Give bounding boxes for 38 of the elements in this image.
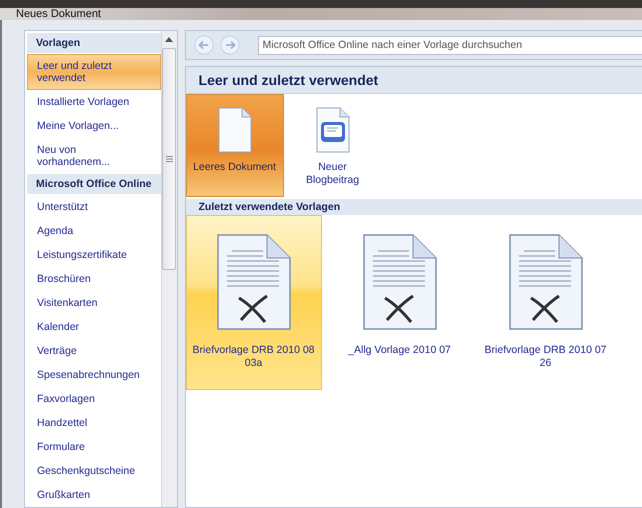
- search-field[interactable]: Microsoft Office Online nach einer Vorlage durchsuchen: [258, 36, 642, 54]
- section-heading: Leer und zuletzt verwendet: [186, 67, 642, 94]
- sidebar-item[interactable]: Installierte Vorlagen: [27, 90, 161, 114]
- scrollbar[interactable]: [160, 31, 177, 507]
- template-tile[interactable]: Briefvorlage DRB 2010 08 03a: [186, 215, 322, 390]
- sidebar-item[interactable]: Unterstützt: [27, 195, 161, 219]
- document-icon: [362, 234, 437, 330]
- sidebar-item[interactable]: Grußkarten: [27, 483, 161, 507]
- template-tile[interactable]: Neuer Blogbeitrag: [284, 94, 382, 197]
- sidebar-item[interactable]: Spesenabrechnungen: [27, 363, 161, 387]
- template-tile[interactable]: Briefvorlage DRB 2010 07 26: [478, 215, 614, 390]
- sidebar-item[interactable]: Visitenkarten: [27, 291, 161, 315]
- sidebar-item[interactable]: Broschüren: [27, 267, 161, 291]
- forward-icon[interactable]: [220, 35, 240, 55]
- sidebar-item[interactable]: Leistungszertifikate: [27, 243, 161, 267]
- speech-bubble-document-icon: [316, 107, 350, 153]
- sidebar-item[interactable]: Kalender: [27, 315, 161, 339]
- sidebar-item[interactable]: Geschenkgutscheine: [27, 459, 161, 483]
- sidebar-item[interactable]: Handzettel: [27, 411, 161, 435]
- sidebar-header: Microsoft Office Online: [27, 174, 161, 194]
- window-title: Neues Dokument: [16, 8, 101, 20]
- back-icon[interactable]: [194, 35, 214, 55]
- scroll-thumb[interactable]: [162, 48, 176, 270]
- template-tile[interactable]: Leeres Dokument: [186, 94, 284, 197]
- template-tile[interactable]: _Allg Vorlage 2010 07: [332, 215, 468, 390]
- sidebar-item[interactable]: Meine Vorlagen...: [27, 114, 161, 138]
- sidebar-item[interactable]: Formulare: [27, 435, 161, 459]
- blank-document-icon: [218, 107, 252, 153]
- document-icon: [508, 234, 583, 330]
- sidebar-item[interactable]: Neu von vorhandenem...: [27, 138, 161, 174]
- document-icon: [216, 234, 291, 330]
- sidebar-item[interactable]: Leer und zuletzt verwendet: [27, 54, 161, 90]
- sidebar-item[interactable]: Verträge: [27, 339, 161, 363]
- sidebar-item[interactable]: Agenda: [27, 219, 161, 243]
- sidebar-header: Vorlagen: [27, 33, 161, 53]
- section-heading: Zuletzt verwendete Vorlagen: [186, 199, 642, 215]
- sidebar-item[interactable]: Faxvorlagen: [27, 387, 161, 411]
- scroll-up-icon[interactable]: [165, 37, 174, 42]
